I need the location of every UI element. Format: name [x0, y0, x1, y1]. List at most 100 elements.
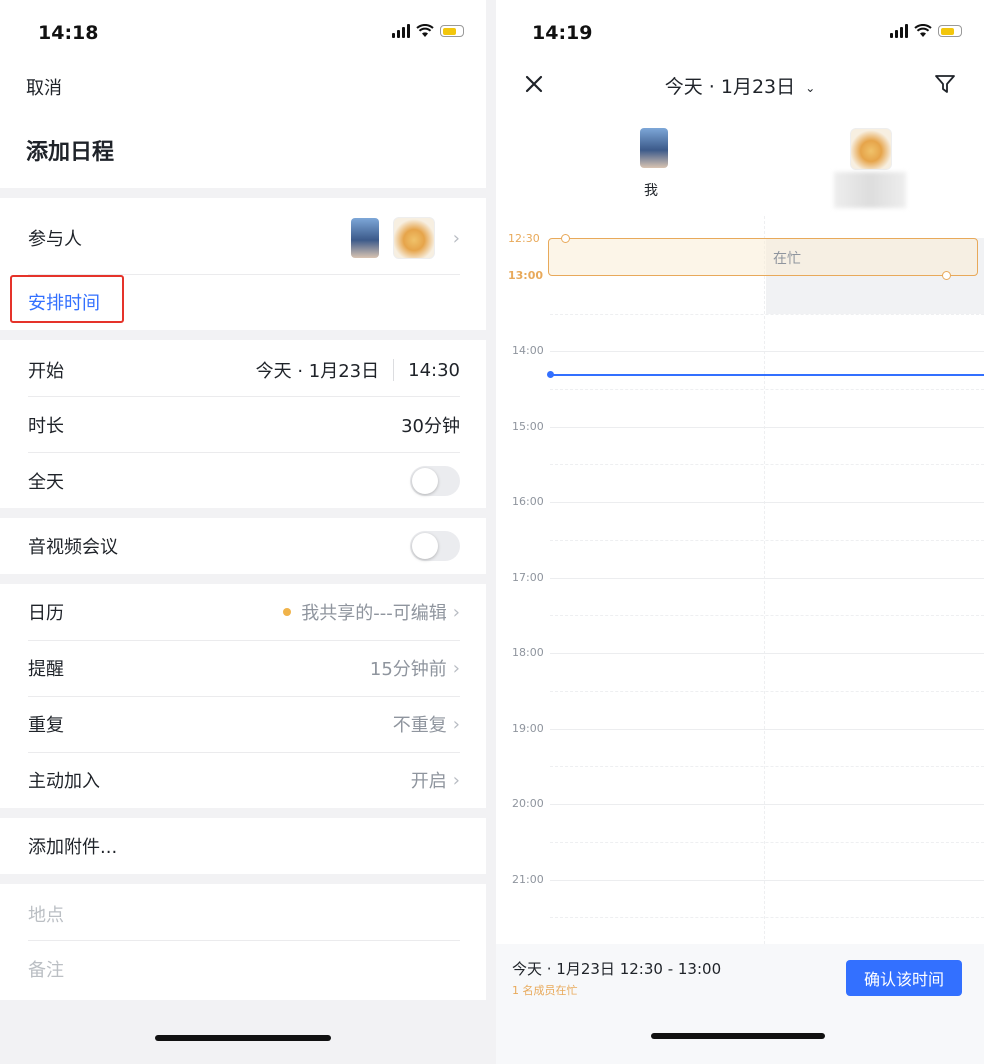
notes-row[interactable]: 备注 — [28, 941, 460, 997]
status-time: 14:18 — [38, 22, 99, 44]
chevron-right-icon: › — [452, 657, 460, 679]
start-label: 开始 — [28, 361, 64, 382]
chevron-right-icon: › — [452, 713, 460, 735]
hour-label: 16:00 — [512, 495, 544, 508]
half-hour-line — [550, 464, 984, 465]
half-hour-line — [550, 314, 984, 315]
participants-avatars: › — [350, 217, 460, 259]
attachment-label: 添加附件... — [28, 837, 118, 858]
member-me-label: 我 — [644, 183, 658, 199]
home-indicator — [155, 1035, 331, 1041]
page-title: 添加日程 — [26, 140, 115, 165]
location-row[interactable]: 地点 — [28, 886, 460, 942]
join-label: 主动加入 — [28, 771, 100, 792]
allday-toggle-wrap — [410, 466, 460, 496]
cancel-button[interactable]: 取消 — [26, 74, 62, 100]
half-hour-line — [550, 917, 984, 918]
drag-handle-top[interactable] — [561, 234, 570, 243]
hour-line — [550, 578, 984, 579]
avatar — [392, 217, 435, 259]
join-value-wrap: 开启 › — [411, 767, 460, 793]
battery-icon — [938, 25, 962, 37]
duration-label: 时长 — [28, 416, 64, 437]
half-hour-line — [550, 691, 984, 692]
start-value: 今天 · 1月23日 14:30 — [256, 357, 460, 383]
status-icons — [890, 24, 962, 38]
left-screen: 14:18 取消 添加日程 参与人 › 安排时间 开始 今天 · 1月23日 1… — [0, 0, 486, 1064]
repeat-row[interactable]: 重复 不重复 › — [28, 696, 460, 752]
date-title: 今天 · 1月23日 — [664, 76, 796, 98]
repeat-value-wrap: 不重复 › — [393, 711, 460, 737]
confirm-time-button[interactable]: 确认该时间 — [846, 960, 962, 996]
chevron-right-icon: › — [452, 601, 460, 623]
half-hour-line — [550, 540, 984, 541]
time-card: 开始 今天 · 1月23日 14:30 时长 30分钟 全天 — [0, 340, 486, 508]
calendar-dot — [283, 608, 292, 616]
timeline-grid — [496, 216, 984, 944]
chevron-right-icon: › — [452, 227, 460, 249]
repeat-label: 重复 — [28, 715, 64, 736]
hour-label: 18:00 — [512, 646, 544, 659]
status-time: 14:19 — [532, 22, 593, 44]
status-icons — [392, 24, 464, 38]
avatar — [350, 218, 379, 258]
calendar-row[interactable]: 日历 我共享的---可编辑 › — [28, 584, 460, 640]
footer-busy: 1 名成员在忙 — [512, 984, 578, 997]
status-bar: 14:19 — [496, 18, 984, 48]
attachment-card: 添加附件... — [0, 818, 486, 874]
attachment-row[interactable]: 添加附件... — [28, 818, 460, 874]
join-value: 开启 — [410, 771, 447, 792]
details-card: 地点 备注 — [0, 884, 486, 1000]
signal-icon — [890, 24, 908, 38]
schedule-time-link[interactable]: 安排时间 — [28, 289, 100, 315]
duration-row[interactable]: 时长 30分钟 — [28, 397, 460, 453]
location-placeholder[interactable]: 地点 — [28, 901, 64, 927]
allday-toggle[interactable] — [410, 466, 460, 496]
hour-line — [550, 427, 984, 428]
hour-label: 21:00 — [512, 873, 544, 886]
reminder-row[interactable]: 提醒 15分钟前 › — [28, 640, 460, 696]
hour-label: 17:00 — [512, 571, 544, 584]
drag-handle-bottom[interactable] — [942, 271, 951, 280]
video-toggle[interactable] — [410, 531, 460, 561]
column-divider — [764, 216, 765, 944]
join-row[interactable]: 主动加入 开启 › — [28, 752, 460, 808]
half-hour-line — [550, 389, 984, 390]
signal-icon — [392, 24, 410, 38]
avatar-member — [850, 128, 892, 170]
status-bar: 14:18 — [0, 18, 486, 48]
duration-value: 30分钟 — [401, 416, 460, 437]
right-screen: 14:19 今天 · 1月23日 ⌄ 我 在忙 12:30 13:00 14:0… — [496, 0, 984, 1064]
allday-row: 全天 — [28, 453, 460, 509]
calendar-value: 我共享的---可编辑 — [301, 603, 447, 624]
start-time[interactable]: 14:30 — [408, 360, 460, 381]
hour-label: 15:00 — [512, 420, 544, 433]
hour-line — [550, 729, 984, 730]
notes-placeholder[interactable]: 备注 — [28, 956, 64, 982]
battery-icon — [440, 25, 464, 37]
hour-line — [550, 502, 984, 503]
allday-label: 全天 — [28, 472, 64, 493]
selected-slot[interactable]: 在忙 — [548, 234, 978, 280]
footer-time: 今天 · 1月23日 12:30 - 13:00 — [512, 960, 722, 978]
video-label: 音视频会议 — [28, 537, 118, 558]
wifi-icon — [914, 24, 932, 37]
member-name-blurred — [834, 172, 906, 208]
calendar-value-wrap: 我共享的---可编辑 › — [283, 599, 460, 625]
selection-start-time: 12:30 — [508, 232, 540, 245]
reminder-value: 15分钟前 — [369, 659, 447, 680]
current-time-line — [550, 374, 984, 376]
half-hour-line — [550, 842, 984, 843]
video-toggle-wrap — [410, 531, 460, 561]
chevron-down-icon: ⌄ — [805, 80, 816, 95]
chevron-right-icon: › — [452, 769, 460, 791]
start-row[interactable]: 开始 今天 · 1月23日 14:30 — [28, 342, 460, 398]
reminder-value-wrap: 15分钟前 › — [370, 655, 460, 681]
start-date[interactable]: 今天 · 1月23日 — [256, 357, 380, 383]
wifi-icon — [416, 24, 434, 37]
filter-icon[interactable] — [934, 73, 956, 95]
date-picker[interactable]: 今天 · 1月23日 ⌄ — [496, 72, 984, 99]
hour-line — [550, 804, 984, 805]
participants-row[interactable]: 参与人 › — [28, 210, 460, 266]
half-hour-line — [550, 766, 984, 767]
